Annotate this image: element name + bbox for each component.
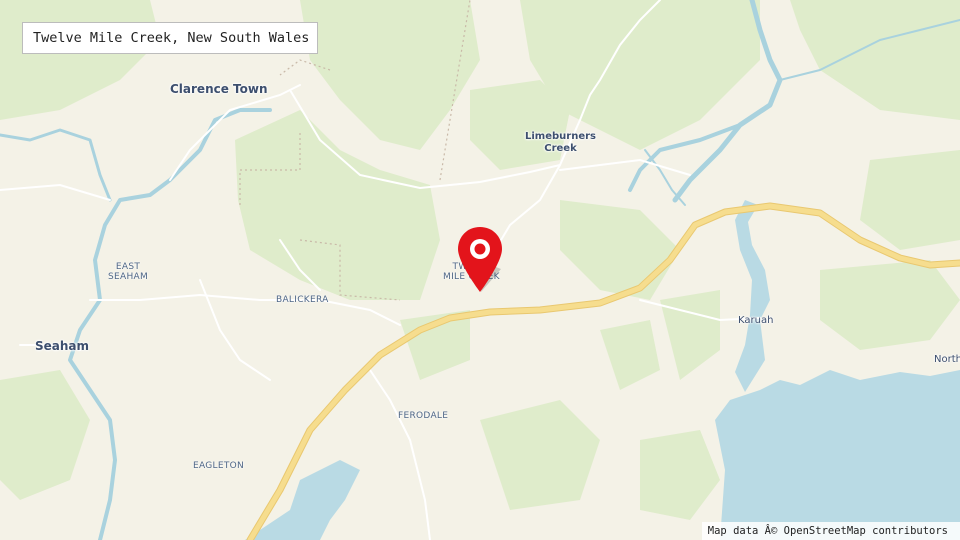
place-label-limeburners-creek: Limeburners Creek	[525, 131, 596, 155]
map-attribution[interactable]: Map data Â© OpenStreetMap contributors	[701, 522, 960, 540]
map-pin-icon[interactable]	[455, 225, 505, 295]
place-label-eagleton: EAGLETON	[193, 461, 245, 471]
map-title: Twelve Mile Creek, New South Wales	[22, 22, 318, 54]
place-label-ferodale: FERODALE	[398, 411, 449, 421]
place-label-balickera: BALICKERA	[276, 295, 329, 305]
place-label-karuah: Karuah	[738, 315, 774, 326]
map-view[interactable]: Twelve Mile Creek, New South Wales Clare…	[0, 0, 960, 540]
place-label-limeburners-line2: Creek	[544, 143, 577, 154]
place-label-east-seaham: EAST SEAHAM	[108, 262, 148, 282]
place-label-seaham: Seaham	[35, 339, 90, 353]
place-label-clarence-town: Clarence Town	[170, 82, 268, 96]
place-label-east-seaham-line2: SEAHAM	[108, 272, 149, 282]
place-label-limeburners-line1: Limeburners	[525, 131, 596, 142]
place-label-north: North	[934, 354, 960, 365]
place-label-east-seaham-line1: EAST	[115, 262, 141, 272]
